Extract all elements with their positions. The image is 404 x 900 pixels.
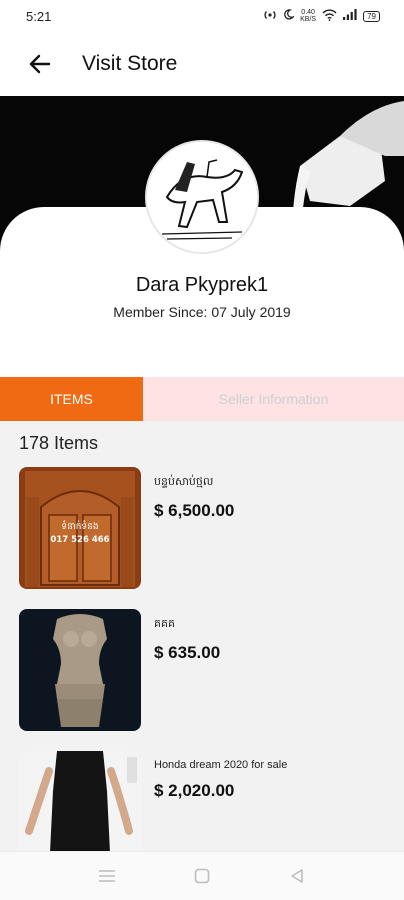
net-speed: 0.40 KB/S: [300, 9, 316, 23]
status-icons: 0.40 KB/S 79: [263, 9, 380, 24]
product-image: ទំនាក់ទំនង 017 526 466: [19, 467, 141, 589]
store-avatar: [145, 140, 259, 254]
product-price: $ 6,500.00: [154, 501, 235, 520]
image-phone-number: 017 526 466: [50, 535, 109, 545]
store-tabs: ITEMS Seller Information: [0, 377, 404, 421]
items-count: 178 Items: [19, 433, 99, 453]
product-name: បន្ទប់សាប់ថ្មល: [154, 476, 214, 488]
system-nav-bar: [0, 851, 404, 900]
product-info: បន្ទប់សាប់ថ្មល $ 6,500.00: [154, 467, 234, 589]
status-time: 5:21: [26, 8, 52, 24]
battery-icon: 79: [363, 10, 380, 22]
product-info: គគគ $ 635.00: [154, 609, 220, 731]
hotspot-icon: [263, 9, 277, 24]
app-bar: Visit Store: [0, 32, 404, 96]
store-name: Dara Pkyprek1: [135, 274, 269, 296]
tab-seller-information[interactable]: Seller Information: [143, 377, 404, 421]
status-bar: 5:21 0.40 KB/S 79: [0, 0, 404, 32]
back-triangle-icon: [290, 869, 303, 883]
home-button[interactable]: [182, 856, 222, 896]
product-price: $ 635.00: [154, 643, 221, 662]
image-contact-label: ទំនាក់ទំនង: [61, 520, 98, 532]
product-image: [19, 609, 141, 731]
menu-button[interactable]: [87, 856, 127, 896]
home-square-icon: [194, 868, 210, 884]
moon-icon: [283, 9, 295, 23]
arrow-left-icon: [29, 54, 51, 74]
back-button[interactable]: [16, 40, 64, 88]
product-name: គគគ: [154, 618, 175, 630]
net-speed-value: 0.40: [301, 9, 315, 16]
list-item[interactable]: ទំនាក់ទំនង 017 526 466 បន្ទប់សាប់ថ្មល $ …: [19, 467, 389, 589]
list-item[interactable]: គគគ $ 635.00: [19, 609, 389, 731]
page-title: Visit Store: [82, 52, 178, 75]
product-info: Honda dream 2020 for sale $ 2,020.00: [154, 751, 287, 851]
screen: 5:21 0.40 KB/S 79 Visit Store Dara Pkypr…: [0, 0, 404, 900]
net-speed-unit: KB/S: [300, 16, 317, 23]
product-price: $ 2,020.00: [154, 781, 235, 800]
member-since: Member Since: 07 July 2019: [113, 304, 291, 320]
menu-icon: [99, 870, 116, 882]
tab-items[interactable]: ITEMS: [0, 377, 143, 421]
wifi-icon: [322, 9, 337, 24]
list-item[interactable]: Honda dream 2020 for sale $ 2,020.00: [19, 751, 389, 851]
product-image: [19, 751, 141, 851]
items-list[interactable]: 178 Items ទំនាក់ទំនង 017 526 466 បន្ទប់ស…: [0, 421, 404, 851]
back-nav-button[interactable]: [277, 856, 317, 896]
signal-icon: [343, 9, 357, 23]
product-name: Honda dream 2020 for sale: [154, 759, 288, 771]
